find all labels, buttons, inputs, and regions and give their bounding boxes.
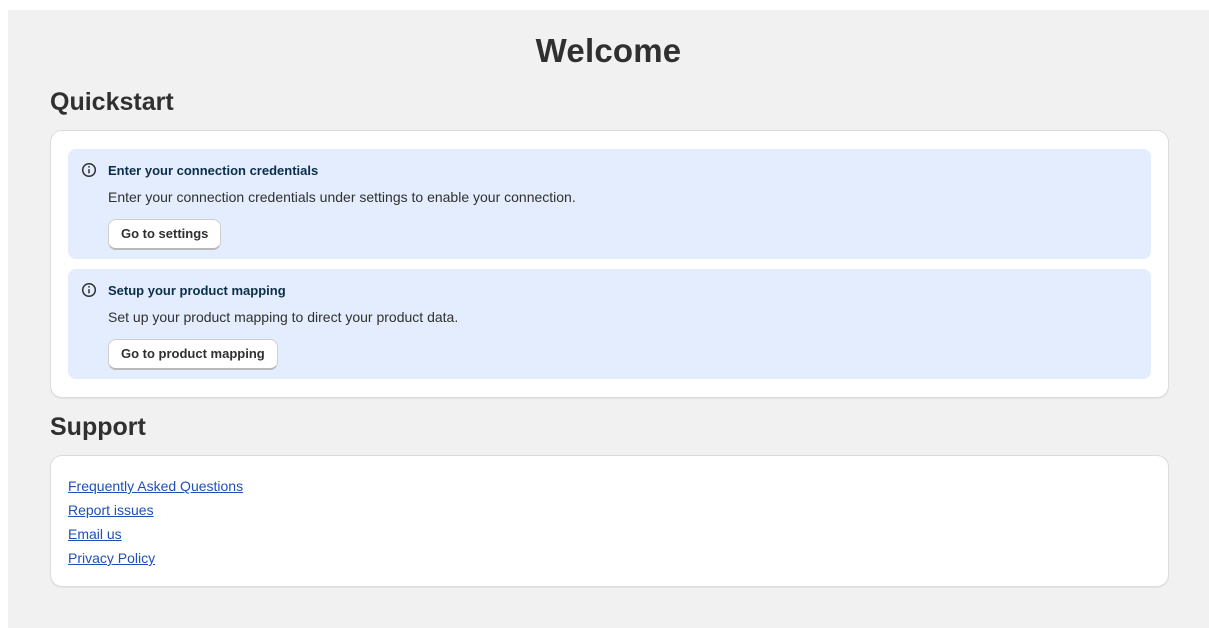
quickstart-card: Enter your connection credentials Enter … [50,130,1169,398]
faq-link[interactable]: Frequently Asked Questions [68,478,243,494]
support-heading: Support [50,413,146,441]
support-link-item: Frequently Asked Questions [68,478,243,502]
go-to-product-mapping-button[interactable]: Go to product mapping [108,339,278,370]
report-issues-link[interactable]: Report issues [68,502,154,518]
credentials-banner-title: Enter your connection credentials [108,163,319,178]
credentials-banner-text: Enter your connection credentials under … [108,189,576,205]
support-links-list: Frequently Asked Questions Report issues… [68,478,243,574]
support-link-item: Email us [68,526,243,550]
credentials-banner: Enter your connection credentials Enter … [68,149,1151,259]
support-card: Frequently Asked Questions Report issues… [50,455,1169,587]
go-to-settings-button[interactable]: Go to settings [108,219,222,250]
quickstart-heading: Quickstart [50,88,174,116]
product-mapping-banner-title: Setup your product mapping [108,283,286,298]
privacy-policy-link[interactable]: Privacy Policy [68,550,155,566]
support-link-item: Privacy Policy [68,550,243,574]
support-link-item: Report issues [68,502,243,526]
info-icon [81,162,97,178]
info-icon [81,282,97,298]
page-title: Welcome [535,32,682,69]
product-mapping-banner: Setup your product mapping Set up your p… [68,269,1151,379]
email-us-link[interactable]: Email us [68,526,122,542]
product-mapping-banner-text: Set up your product mapping to direct yo… [108,309,459,325]
